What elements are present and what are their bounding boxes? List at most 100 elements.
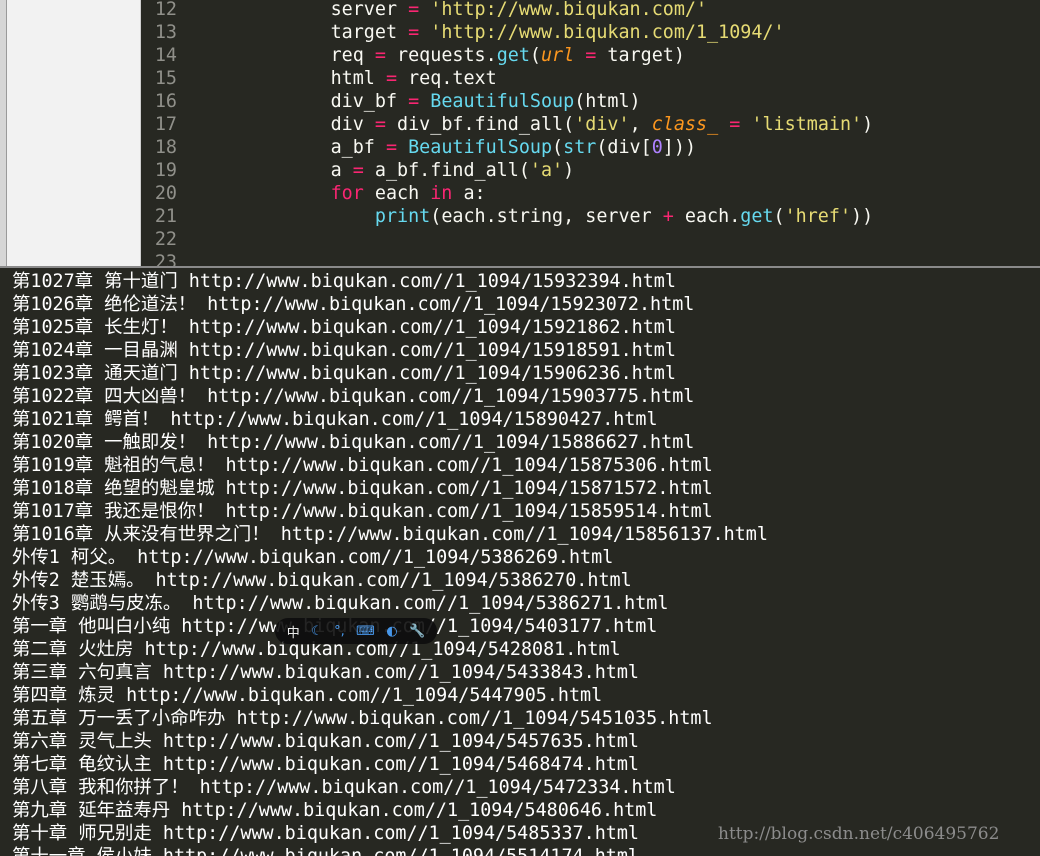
code-token: target <box>330 22 409 43</box>
console-output-line: 第1024章 一目晶渊 http://www.biqukan.com//1_10… <box>12 340 676 361</box>
code-token: )) <box>851 206 874 227</box>
code-token: = <box>729 114 741 135</box>
line-number: 16 <box>154 91 177 112</box>
code-token: server <box>330 0 409 20</box>
code-token: = <box>385 137 398 158</box>
code-token: get <box>740 206 774 227</box>
code-token: a: <box>452 183 486 204</box>
code-token: = <box>408 0 420 20</box>
code-token: get <box>496 45 530 66</box>
console-output-line: 第九章 延年益寿丹 http://www.biqukan.com//1_1094… <box>12 800 658 821</box>
console-output-line: 第1016章 从来没有世界之门！ http://www.biqukan.com/… <box>12 524 768 545</box>
code-token: = <box>408 91 420 112</box>
line-number: 21 <box>154 206 177 227</box>
code-token: requests. <box>385 45 497 66</box>
console-output-line: 第1020章 一触即发！ http://www.biqukan.com//1_1… <box>12 432 695 453</box>
moon-icon[interactable]: ☾ <box>311 624 323 639</box>
code-line[interactable]: 12 server = 'http://www.biqukan.com/' <box>141 0 1040 21</box>
code-token: ) <box>862 114 874 135</box>
line-number: 18 <box>154 137 177 158</box>
console-output-line: 第十一章 侯小妹 http://www.biqukan.com//1_1094/… <box>12 845 639 856</box>
code-token: 'listmain' <box>751 114 863 135</box>
console-output-line: 第三章 六句真言 http://www.biqukan.com//1_1094/… <box>12 662 639 683</box>
console-output-line: 第1019章 魁祖的气息！ http://www.biqukan.com//1_… <box>12 455 713 476</box>
code-token: a <box>330 160 353 181</box>
code-line[interactable]: 17 div = div_bf.find_all('div', class_ =… <box>141 113 1040 136</box>
line-number: 22 <box>154 229 177 250</box>
code-token: , <box>629 114 652 135</box>
code-token: 0 <box>651 137 663 158</box>
code-token: class_ <box>651 114 719 135</box>
code-token: 'href' <box>784 206 852 227</box>
console-output-line: 第1023章 通天道门 http://www.biqukan.com//1_10… <box>12 363 676 384</box>
code-line[interactable]: 13 target = 'http://www.biqukan.com/1_10… <box>141 21 1040 44</box>
code-line[interactable]: 16 div_bf = BeautifulSoup(html) <box>141 90 1040 113</box>
dots-icon[interactable]: °, <box>334 624 345 639</box>
wrench-icon[interactable]: 🔧 <box>409 624 425 639</box>
ime-language-toggle[interactable]: 中 <box>287 622 300 641</box>
code-token: ) <box>563 160 575 181</box>
code-token: (each.string, server <box>430 206 663 227</box>
console-output-line: 第1026章 绝伦道法！ http://www.biqukan.com//1_1… <box>12 294 695 315</box>
code-token: str <box>563 137 597 158</box>
line-number: 17 <box>154 114 177 135</box>
code-token: 'http://www.biqukan.com/1_1094/' <box>430 22 785 43</box>
console-output-line: 第1017章 我还是恨你！ http://www.biqukan.com//1_… <box>12 501 713 522</box>
code-line[interactable]: 19 a = a_bf.find_all('a') <box>141 159 1040 182</box>
output-console[interactable]: 第1027章 第十道门 http://www.biqukan.com//1_10… <box>0 268 1040 856</box>
code-token: ( <box>552 137 564 158</box>
code-token: 'a' <box>529 160 564 181</box>
code-line[interactable]: 23 <box>141 251 1040 266</box>
console-output-line: 第七章 龟纹认主 http://www.biqukan.com//1_1094/… <box>12 754 639 775</box>
code-token: print <box>374 206 431 227</box>
console-output-line: 第1018章 绝望的魁皇城 http://www.biqukan.com//1_… <box>12 478 713 499</box>
code-line[interactable]: 14 req = requests.get(url = target) <box>141 44 1040 67</box>
code-line[interactable]: 20 for each in a: <box>141 182 1040 205</box>
punctuation-icon[interactable]: ◐ <box>386 624 397 639</box>
code-token: 'div' <box>574 114 630 135</box>
code-token: = <box>408 22 420 43</box>
code-line[interactable]: 21 print(each.string, server + each.get(… <box>141 205 1040 228</box>
code-token: = <box>585 45 597 66</box>
window-edge <box>0 0 7 266</box>
line-number: 13 <box>154 22 177 43</box>
console-output-line: 第1025章 长生灯！ http://www.biqukan.com//1_10… <box>12 317 676 338</box>
keyboard-icon[interactable]: ⌨ <box>356 624 375 639</box>
ime-toolbar[interactable]: 中 ☾ °, ⌨ ◐ 🔧 <box>275 618 437 644</box>
code-token: BeautifulSoup <box>430 91 575 112</box>
code-token: req.text <box>397 68 497 89</box>
line-number: 19 <box>154 160 177 181</box>
console-output-line: 外传2 楚玉嫣。 http://www.biqukan.com//1_1094/… <box>12 570 632 591</box>
console-output-line: 第1022章 四大凶兽！ http://www.biqukan.com//1_1… <box>12 386 695 407</box>
console-output-line: 第十章 师兄别走 http://www.biqukan.com//1_1094/… <box>12 823 639 844</box>
line-number: 15 <box>154 68 177 89</box>
watermark: http://blog.csdn.net/c406495762 <box>718 824 1000 844</box>
code-token: div <box>330 114 375 135</box>
code-token: url <box>540 45 575 66</box>
code-line[interactable]: 18 a_bf = BeautifulSoup(str(div[0])) <box>141 136 1040 159</box>
code-token: div_bf <box>330 91 409 112</box>
code-editor[interactable]: 12 server = 'http://www.biqukan.com/' 13 … <box>0 0 1040 266</box>
code-token: + <box>662 206 674 227</box>
code-line[interactable]: 22 <box>141 228 1040 251</box>
code-line[interactable]: 15 html = req.text <box>141 67 1040 90</box>
project-sidebar[interactable] <box>7 0 141 266</box>
code-token: div_bf.find_all( <box>385 114 575 135</box>
code-token: for <box>330 183 364 204</box>
